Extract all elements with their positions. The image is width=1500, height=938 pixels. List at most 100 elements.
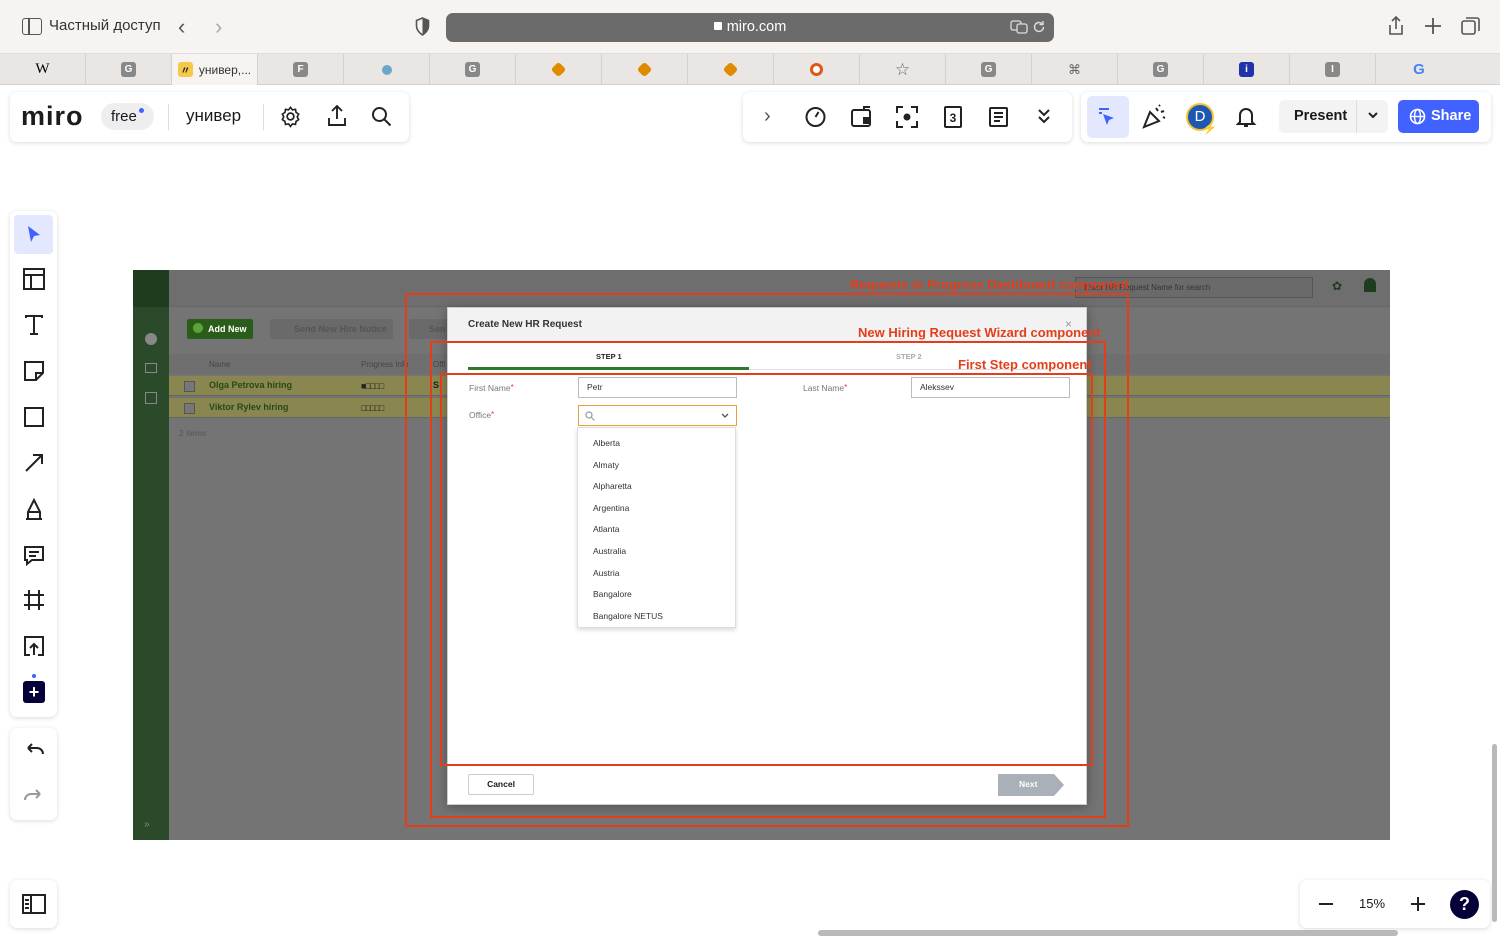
tab-univer[interactable]: 〃 универ,... — [172, 54, 258, 85]
row-progress: □□□□□ — [361, 403, 384, 413]
tab-i2[interactable]: I — [1290, 54, 1376, 85]
tab-orange[interactable] — [774, 54, 860, 85]
zoom-out-icon[interactable] — [1318, 897, 1334, 911]
shape-icon[interactable] — [23, 406, 45, 428]
bell-icon[interactable] — [1235, 105, 1257, 129]
star-icon: ☆ — [894, 59, 911, 79]
tab-diamond3[interactable] — [688, 54, 774, 85]
link-icon: ⌘ — [1068, 61, 1081, 77]
more-chevron-icon[interactable] — [1036, 107, 1052, 125]
plan-badge[interactable]: free — [101, 103, 154, 130]
g-favicon-icon: G — [465, 62, 480, 77]
present-dropdown[interactable] — [1356, 100, 1388, 133]
reactions-toggle[interactable] — [1087, 96, 1129, 138]
plan-badge-label: free — [111, 108, 137, 125]
tab-bar: W G 〃 универ,... F G ☆ G ⌘ G i I G — [0, 54, 1500, 85]
upload-icon[interactable] — [23, 635, 45, 657]
tab-f[interactable]: F — [258, 54, 344, 85]
address-bar[interactable]: miro.com — [446, 13, 1054, 42]
zoom-in-icon[interactable] — [1410, 896, 1426, 912]
url-text: miro.com — [726, 19, 787, 35]
tab-blue[interactable] — [344, 54, 430, 85]
notification-dot-icon — [32, 674, 36, 678]
expand-icon[interactable]: › — [764, 105, 771, 128]
sticky-stack-icon[interactable] — [850, 106, 874, 128]
back-icon[interactable]: ‹ — [178, 14, 185, 40]
tag-icon — [145, 363, 157, 373]
frame-icon[interactable] — [23, 589, 45, 611]
divider — [168, 104, 169, 130]
new-tab-icon[interactable] — [1422, 15, 1444, 37]
tab-diamond2[interactable] — [602, 54, 688, 85]
blue-favicon-icon — [381, 64, 392, 75]
zoom-panel: 15% ? — [1300, 880, 1490, 928]
send-notice-button: Send New Hire Notice — [270, 319, 394, 339]
tab-wikipedia[interactable]: W — [0, 54, 86, 85]
present-button[interactable]: Present — [1279, 100, 1388, 133]
gear-icon[interactable] — [279, 105, 302, 128]
send-notice-label: Send New Hire Notice — [294, 324, 388, 334]
timer-icon[interactable] — [804, 105, 827, 128]
sticky-note-icon[interactable] — [23, 360, 45, 382]
tab-g3[interactable]: G — [946, 54, 1032, 85]
globe-icon — [1409, 108, 1426, 125]
row-checkbox — [184, 381, 195, 392]
col-name: Name — [209, 360, 231, 369]
select-tool[interactable] — [14, 215, 53, 254]
badge-dot-icon — [138, 108, 144, 113]
g-favicon-icon: G — [981, 62, 996, 77]
undo-icon[interactable] — [23, 739, 45, 761]
miro-logo[interactable]: miro — [21, 101, 84, 132]
text-icon[interactable] — [23, 314, 45, 336]
sidebar-toggle-icon[interactable] — [22, 18, 42, 35]
tab-g2[interactable]: G — [430, 54, 516, 85]
col-progress: Progress Info — [361, 360, 409, 369]
celebrate-icon[interactable] — [1141, 104, 1167, 130]
tab-overview-icon[interactable] — [1460, 15, 1482, 37]
share-browser-icon[interactable] — [1385, 15, 1407, 37]
templates-icon[interactable] — [23, 268, 45, 290]
focus-frame-icon[interactable] — [895, 105, 919, 129]
redo-icon[interactable] — [23, 785, 45, 807]
tab-link[interactable]: ⌘ — [1032, 54, 1118, 85]
svg-text:3: 3 — [950, 111, 957, 125]
dashboard-component-label: Requests in Progress Dashboard component — [850, 277, 1129, 292]
tab-google[interactable]: G — [1376, 54, 1462, 85]
export-icon[interactable] — [326, 105, 348, 127]
reload-icon[interactable] — [1032, 20, 1046, 34]
add-new-button: Add New — [187, 319, 253, 339]
search-icon[interactable] — [371, 106, 392, 127]
g-favicon-icon: G — [121, 62, 136, 77]
forward-icon[interactable]: › — [215, 14, 222, 40]
translate-icon[interactable] — [1010, 20, 1028, 34]
notes-icon[interactable] — [988, 106, 1009, 128]
privacy-shield-icon[interactable] — [415, 17, 430, 36]
user-icon — [1364, 278, 1376, 292]
zoom-level[interactable]: 15% — [1359, 896, 1385, 911]
row-name: Viktor Rylev hiring — [209, 402, 289, 412]
wikipedia-icon: W — [35, 61, 50, 77]
tab-diamond1[interactable] — [516, 54, 602, 85]
more-apps-icon[interactable]: + — [23, 681, 45, 703]
row-name: Olga Petrova hiring — [209, 380, 293, 390]
horizontal-scrollbar[interactable] — [818, 930, 1398, 936]
settings-icon: ✿ — [1332, 279, 1343, 293]
divider — [263, 104, 264, 130]
comment-icon[interactable] — [23, 544, 45, 566]
i-favicon-icon: i — [1239, 62, 1254, 77]
pen-icon[interactable] — [23, 498, 45, 520]
expand-sidebar-icon: » — [144, 819, 150, 830]
app-logo — [133, 270, 169, 307]
undo-redo-panel — [10, 728, 57, 820]
board-name[interactable]: универ — [186, 106, 241, 126]
connector-arrow-icon[interactable] — [23, 452, 45, 474]
tab-g[interactable]: G — [86, 54, 172, 85]
help-button[interactable]: ? — [1450, 890, 1479, 919]
tab-i[interactable]: i — [1204, 54, 1290, 85]
board-sidebar-icon[interactable] — [22, 894, 46, 914]
tab-star[interactable]: ☆ — [860, 54, 946, 85]
tab-g4[interactable]: G — [1118, 54, 1204, 85]
voting-icon[interactable]: 3 — [943, 105, 963, 129]
vertical-scrollbar[interactable] — [1492, 744, 1497, 922]
share-button[interactable]: Share — [1398, 100, 1479, 133]
